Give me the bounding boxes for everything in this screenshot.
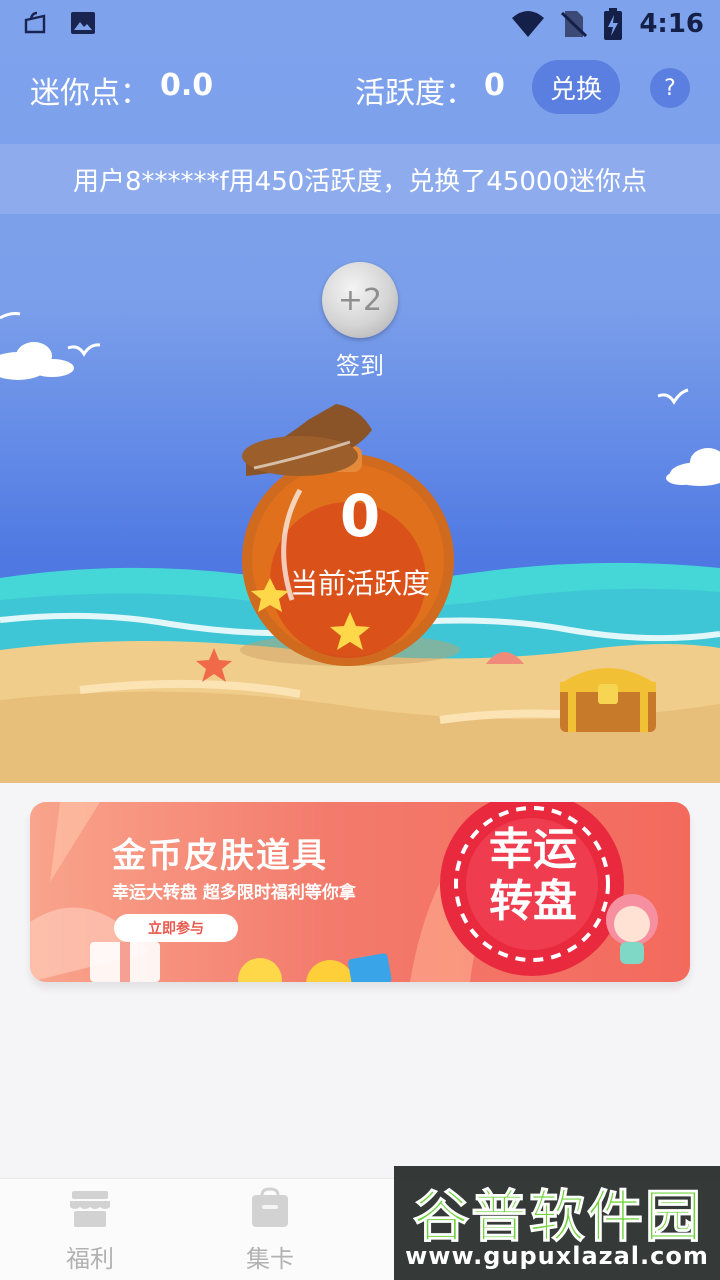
- exchange-ticker: 用户8******f用450活跃度，兑换了45000迷你点: [0, 144, 720, 214]
- wifi-icon: [512, 11, 545, 37]
- treasure-chest-icon: [560, 668, 656, 732]
- current-activity-value: 0: [339, 482, 381, 550]
- status-time: 4:16: [639, 9, 704, 39]
- activity-value: 0: [484, 68, 505, 103]
- site-watermark: 谷普软件园 www.gupuxlazal.com: [394, 1166, 720, 1280]
- hero-area: 4:16 迷你点： 0.0 活跃度： 0 兑换 ? 用户8******f用450…: [0, 0, 720, 783]
- coin-icon: [238, 958, 282, 982]
- nav-label-cards: 集卡: [246, 1245, 294, 1273]
- wheel-line-2: 转盘: [489, 876, 577, 927]
- store-icon: [70, 1191, 110, 1227]
- seagull-icon: [657, 388, 689, 405]
- points-header: 迷你点： 0.0 活跃度： 0 兑换 ?: [0, 50, 720, 144]
- watermark-url: www.gupuxlazal.com: [405, 1242, 709, 1270]
- watermark-title: 谷普软件园: [413, 1185, 703, 1251]
- wheel-line-1: 幸运: [489, 824, 577, 875]
- checkin-reward: +2: [337, 282, 383, 318]
- card-bag-icon: [252, 1187, 288, 1227]
- checkin-coin-button[interactable]: +2: [322, 262, 398, 338]
- battery-charging-icon: [604, 8, 623, 40]
- cloud-right-icon: [666, 448, 720, 486]
- nav-item-welfare[interactable]: 福利: [0, 1179, 180, 1280]
- status-bar: 4:16: [0, 0, 720, 50]
- checkin-label[interactable]: 签到: [300, 346, 420, 381]
- activity-label: 活跃度：: [355, 76, 475, 111]
- lucky-wheel-banner[interactable]: 金币皮肤道具 幸运大转盘 超多限时福利等你拿 立即参与 幸运 转盘: [30, 802, 690, 982]
- notification-bag-icon: [24, 11, 46, 34]
- help-button[interactable]: ?: [650, 68, 690, 108]
- join-now-button[interactable]: 立即参与: [114, 914, 238, 942]
- banner-title: 金币皮肤道具: [112, 836, 328, 876]
- banner-subtitle: 幸运大转盘 超多限时福利等你拿: [112, 883, 356, 903]
- nav-item-cards[interactable]: 集卡: [180, 1179, 360, 1280]
- seagull-icon: [67, 343, 101, 357]
- cloud-left-icon: [0, 342, 74, 380]
- current-activity-label: 当前活跃度: [289, 567, 430, 600]
- ticker-text: 用户8******f用450活跃度，兑换了45000迷你点: [72, 166, 648, 197]
- no-sim-icon: [561, 11, 588, 38]
- seagull-icon: [0, 312, 21, 320]
- nav-label-welfare: 福利: [66, 1245, 114, 1273]
- lucky-wheel-label: 幸运 转盘: [478, 824, 588, 928]
- mini-points-value: 0.0: [160, 68, 214, 103]
- exchange-button[interactable]: 兑换: [532, 60, 620, 114]
- character-girl-icon: [606, 894, 658, 964]
- mini-points-label: 迷你点：: [30, 76, 150, 111]
- image-icon: [71, 12, 95, 34]
